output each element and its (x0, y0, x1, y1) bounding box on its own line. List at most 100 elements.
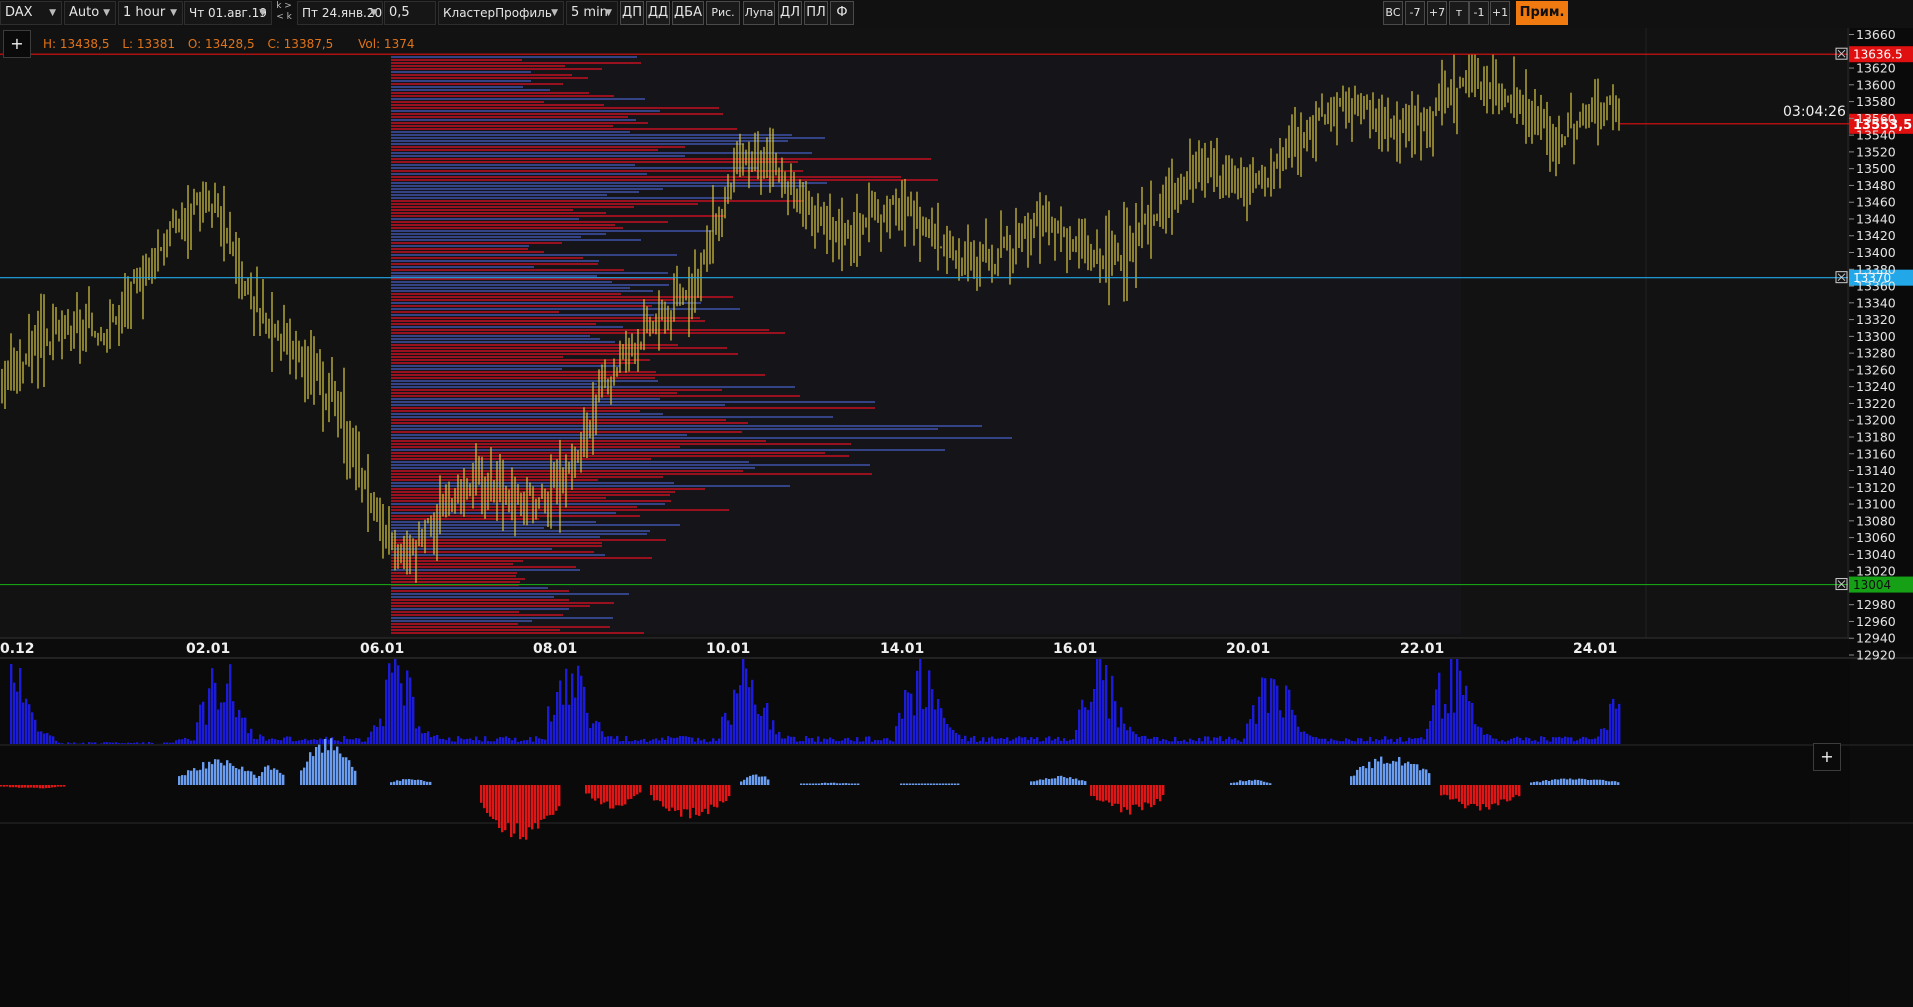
profile-row (391, 521, 596, 523)
delta-bar (719, 785, 722, 802)
volume-bar (823, 738, 826, 744)
profile-row (391, 482, 674, 484)
price-chart[interactable]: 13636.5133701300413553,503:04:26 1366013… (0, 0, 1913, 1007)
volume-bar (793, 736, 796, 744)
volume-bar (1123, 723, 1126, 744)
delta-bar (671, 785, 674, 808)
delta-bar (903, 783, 906, 785)
delta-bar (606, 785, 609, 802)
volume-bar (586, 712, 589, 744)
volume-bar (274, 739, 277, 744)
volume-bar (1171, 741, 1174, 744)
delta-bar (399, 780, 402, 785)
volume-bar (172, 742, 175, 744)
volume-bar (442, 738, 445, 744)
profile-row (391, 428, 938, 430)
profile-row (391, 362, 634, 364)
profile-row (391, 92, 589, 94)
delta-bar (1494, 785, 1497, 804)
delta-bar (680, 785, 683, 817)
delta-bar (1263, 781, 1266, 785)
volume-bar (886, 738, 889, 744)
date-label: 10.01 (706, 641, 750, 657)
volume-bar (1525, 737, 1528, 744)
delta-bar (543, 785, 546, 819)
delta-bar (0, 785, 3, 787)
profile-row (391, 113, 723, 115)
volume-bar (598, 722, 601, 744)
delta-bar (1123, 785, 1126, 808)
volume-bar (1213, 737, 1216, 744)
volume-bar (1324, 738, 1327, 744)
volume-bar (205, 724, 208, 744)
volume-bar (1003, 739, 1006, 744)
volume-bar (88, 742, 91, 744)
delta-bar (1428, 773, 1431, 785)
volume-bar (1435, 689, 1438, 744)
delta-bar (1488, 785, 1491, 810)
profile-row (391, 425, 982, 427)
profile-row (391, 431, 742, 433)
delta-bar (1141, 785, 1144, 811)
volume-bar (58, 742, 61, 744)
delta-bar (480, 785, 483, 803)
volume-bar (742, 659, 745, 744)
volume-bar (1240, 741, 1243, 744)
volume-bar (211, 668, 214, 744)
volume-bar (679, 736, 682, 744)
delta-bar (1159, 785, 1162, 802)
delta-bar (1042, 779, 1045, 785)
volume-bar (589, 728, 592, 744)
price-tick-label: 12940 (1856, 631, 1896, 646)
volume-bar (31, 712, 34, 744)
profile-row (391, 107, 719, 109)
price-tick-label: 13280 (1856, 346, 1896, 361)
delta-bar (1230, 782, 1233, 785)
delta-bar (1093, 785, 1096, 797)
add-indicator-button[interactable]: + (3, 30, 31, 58)
profile-row (391, 356, 563, 358)
profile-row (391, 287, 630, 289)
volume-bar (1534, 740, 1537, 744)
delta-bar (405, 779, 408, 785)
volume-bar (892, 741, 895, 744)
volume-bar (667, 736, 670, 744)
volume-bar (1297, 726, 1300, 744)
volume-bar (874, 740, 877, 744)
volume-bar (721, 716, 724, 744)
volume-bar (370, 731, 373, 744)
volume-bar (1177, 741, 1180, 744)
volume-bar (757, 714, 760, 744)
profile-row (391, 527, 544, 529)
volume-bar (805, 736, 808, 744)
delta-bar (1245, 781, 1248, 785)
delta-bar (824, 782, 827, 785)
volume-bar (514, 737, 517, 744)
volume-bar (601, 731, 604, 744)
volume-bar (226, 683, 229, 744)
volume-bar (373, 725, 376, 744)
profile-row (391, 80, 531, 82)
profile-row (391, 242, 562, 244)
volume-bar (766, 703, 769, 744)
delta-bar (345, 757, 348, 785)
price-tick-label: 13460 (1856, 195, 1896, 210)
delta-bar (54, 785, 57, 788)
delta-bar (1269, 783, 1272, 785)
volume-bar (13, 682, 16, 744)
delta-bar (942, 783, 945, 785)
profile-row (391, 134, 792, 136)
volume-bar (901, 718, 904, 744)
volume-bar (106, 742, 109, 744)
delta-bar (279, 772, 282, 785)
delta-bar (1596, 779, 1599, 785)
volume-bar (1150, 738, 1153, 744)
volume-bar (190, 740, 193, 744)
volume-bar (931, 689, 934, 744)
add-panel-button[interactable]: + (1813, 743, 1841, 771)
volume-bar (379, 718, 382, 744)
volume-bar (1582, 736, 1585, 744)
profile-row (391, 392, 677, 394)
profile-row (391, 470, 743, 472)
delta-bar (836, 783, 839, 785)
